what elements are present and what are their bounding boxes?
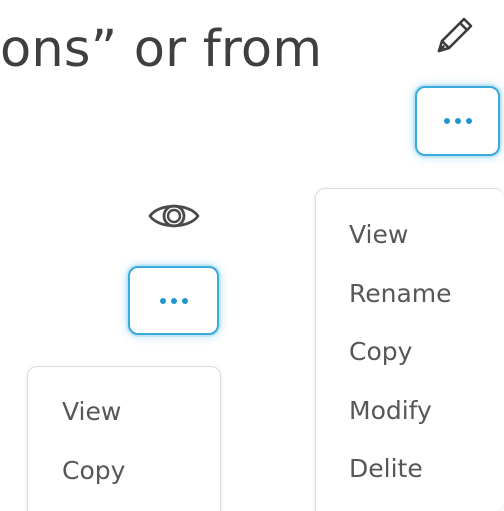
pencil-options-menu: View Rename Copy Modify Delite [315, 188, 504, 511]
more-dots-icon [443, 118, 450, 124]
menu-item-modify[interactable]: Modify [316, 388, 504, 434]
menu-item-rename[interactable]: Rename [316, 271, 504, 317]
more-dots-icon [170, 297, 177, 304]
more-dots-icon [465, 118, 472, 124]
pencil-icon [437, 17, 473, 53]
more-dots-icon [454, 118, 461, 124]
eye-more-options-button[interactable] [128, 266, 219, 335]
more-dots-icon [159, 297, 166, 304]
more-dots-icon [181, 297, 188, 304]
menu-item-delete[interactable]: Delite [316, 446, 504, 492]
menu-item-copy[interactable]: Copy [28, 448, 220, 494]
menu-item-copy[interactable]: Copy [316, 329, 504, 375]
pencil-more-options-button[interactable] [415, 86, 500, 156]
menu-item-view[interactable]: View [316, 212, 504, 258]
eye-options-menu: View Copy [27, 366, 221, 511]
page: ons” or from View Rename Copy Modify Del… [0, 0, 504, 511]
eye-icon [148, 204, 200, 228]
menu-item-view[interactable]: View [28, 389, 220, 435]
headline-text: ons” or from [0, 20, 323, 79]
